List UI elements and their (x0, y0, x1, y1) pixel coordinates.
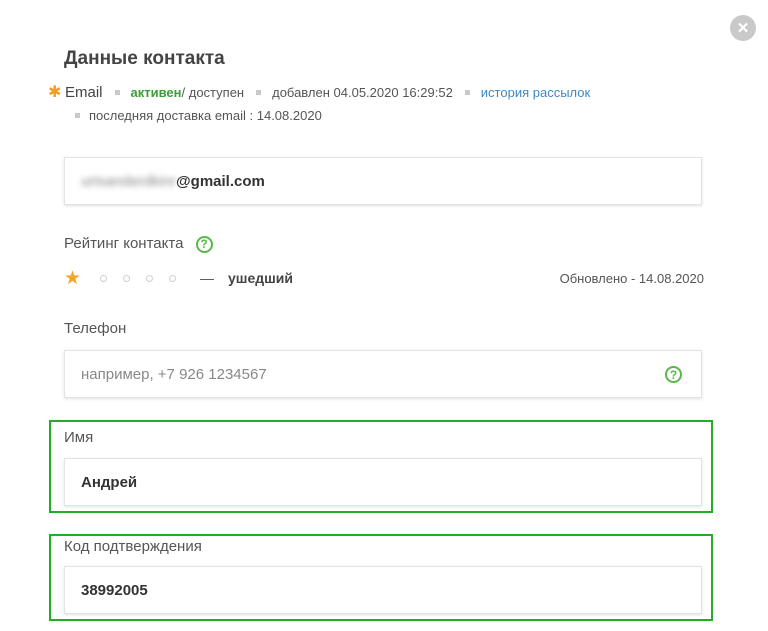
email-local-part: urisanderdkinr (81, 172, 177, 190)
rating-updated: Обновлено - 14.08.2020 (559, 270, 704, 286)
channel-meta: ✱ Email активен / доступен добавлен 04.0… (48, 82, 590, 102)
rating-row: ★ — ушедший Обновлено - 14.08.2020 (64, 268, 704, 288)
phone-label: Телефон (64, 320, 127, 337)
phone-placeholder: например, +7 926 1234567 (81, 365, 267, 383)
star-dot-icon[interactable] (146, 274, 153, 282)
bullet-icon (75, 112, 80, 118)
name-label: Имя (64, 429, 94, 446)
bullet-icon (114, 89, 120, 95)
code-field[interactable]: 38992005 (64, 566, 702, 614)
added-date: добавлен 04.05.2020 16:29:52 (272, 84, 453, 100)
help-icon[interactable]: ? (665, 366, 682, 383)
channel-name: Email (65, 83, 103, 101)
status-active: активен (130, 84, 182, 100)
rating-label: Рейтинг контакта (64, 235, 184, 252)
phone-field[interactable]: например, +7 926 1234567 ? (64, 350, 702, 398)
rating-value: ушедший (228, 270, 294, 286)
bullet-icon (256, 89, 262, 95)
code-value: 38992005 (81, 581, 148, 599)
star-dot-icon[interactable] (169, 274, 176, 282)
rating-dash: — (200, 270, 214, 286)
name-field[interactable]: Андрей (64, 458, 702, 506)
code-label: Код подтверждения (64, 538, 202, 555)
email-field[interactable]: urisanderdkinr @gmail.com (64, 157, 702, 205)
name-value: Андрей (81, 473, 138, 491)
close-button[interactable]: ✕ (730, 15, 756, 41)
star-icon-filled[interactable]: ★ (64, 269, 84, 288)
status-available: / доступен (181, 84, 245, 100)
email-domain: @gmail.com (176, 172, 265, 190)
bullet-icon (464, 89, 470, 95)
rating-label-row: Рейтинг контакта ? (64, 235, 213, 253)
help-icon[interactable]: ? (195, 235, 213, 253)
required-asterisk-icon: ✱ (48, 84, 62, 101)
last-delivery: последняя доставка email : 14.08.2020 (89, 107, 322, 123)
star-dot-icon[interactable] (123, 274, 130, 282)
last-delivery-row: последняя доставка email : 14.08.2020 (75, 106, 322, 124)
history-link[interactable]: история рассылок (481, 85, 590, 100)
star-dot-icon[interactable] (100, 274, 107, 282)
dialog-title: Данные контакта (64, 48, 225, 69)
close-icon: ✕ (736, 20, 750, 37)
